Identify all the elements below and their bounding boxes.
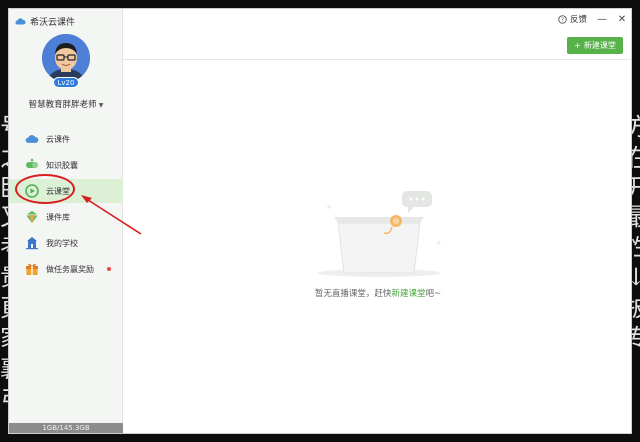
capsule-icon	[25, 158, 39, 172]
feedback-button[interactable]: ? 反馈	[558, 13, 587, 25]
caret-down-icon: ▼	[98, 102, 104, 109]
sidebar-item-cloud-courseware[interactable]: 云课件	[9, 127, 123, 151]
sidebar-item-my-school[interactable]: 我的学校	[9, 231, 123, 255]
sidebar-item-label: 我的学校	[46, 238, 78, 248]
sidebar-item-courseware-library[interactable]: 课件库	[9, 205, 123, 229]
new-classroom-label: 新建课堂	[583, 41, 616, 50]
sidebar: 希沃云课件 Lv20 智慧教育胖胖老师 ▼ 云课件 知识胶囊 云课堂 课件库 我…	[9, 9, 123, 433]
new-classroom-link[interactable]: 新建课堂	[391, 289, 425, 299]
empty-box-illustration: + +	[317, 191, 442, 277]
app-title-text: 希沃云课件	[30, 18, 76, 28]
sidebar-item-label: 知识胶囊	[46, 160, 78, 170]
minimize-button[interactable]: —	[597, 14, 607, 25]
sidebar-item-label: 云课堂	[46, 186, 70, 196]
svg-text:+: +	[326, 203, 332, 211]
empty-state-suffix: 吧~	[425, 289, 442, 299]
new-classroom-button[interactable]: + 新建课堂	[567, 37, 623, 54]
play-circle-icon	[25, 184, 39, 198]
sidebar-item-cloud-classroom[interactable]: 云课堂	[9, 179, 123, 203]
empty-state-text: 暂无直播课堂，赶快	[314, 289, 392, 299]
avatar-illustration	[42, 34, 90, 82]
storage-usage: 1GB/145.3GB	[9, 423, 123, 433]
username-text: 智慧教育胖胖老师	[28, 100, 97, 110]
library-icon	[25, 210, 39, 224]
feedback-label: 反馈	[569, 15, 587, 25]
plus-icon: +	[574, 41, 581, 50]
empty-state-message: 暂无直播课堂，赶快新建课堂吧~	[123, 287, 631, 299]
svg-text:+: +	[436, 239, 442, 247]
header-divider	[123, 59, 631, 60]
cloud-icon	[25, 132, 39, 146]
school-icon	[25, 236, 39, 250]
title-bar-controls: ? 反馈 — ✕	[558, 13, 627, 25]
avatar[interactable]	[42, 34, 90, 82]
gift-icon	[25, 262, 39, 276]
svg-text:?: ?	[561, 17, 564, 23]
notification-dot	[107, 267, 111, 271]
app-title: 希沃云课件	[15, 15, 75, 28]
app-window: 希沃云课件 Lv20 智慧教育胖胖老师 ▼ 云课件 知识胶囊 云课堂 课件库 我…	[8, 8, 632, 434]
sidebar-item-label: 云课件	[46, 134, 70, 144]
close-button[interactable]: ✕	[617, 14, 627, 25]
sidebar-item-label: 做任务赢奖励	[46, 264, 94, 274]
sidebar-item-label: 课件库	[46, 212, 70, 222]
feedback-icon: ?	[558, 14, 567, 24]
sidebar-item-knowledge-capsule[interactable]: 知识胶囊	[9, 153, 123, 177]
level-badge: Lv20	[53, 77, 79, 88]
cloud-logo-icon	[15, 18, 26, 25]
username[interactable]: 智慧教育胖胖老师 ▼	[9, 98, 123, 110]
sidebar-item-tasks-rewards[interactable]: 做任务赢奖励	[9, 257, 123, 281]
